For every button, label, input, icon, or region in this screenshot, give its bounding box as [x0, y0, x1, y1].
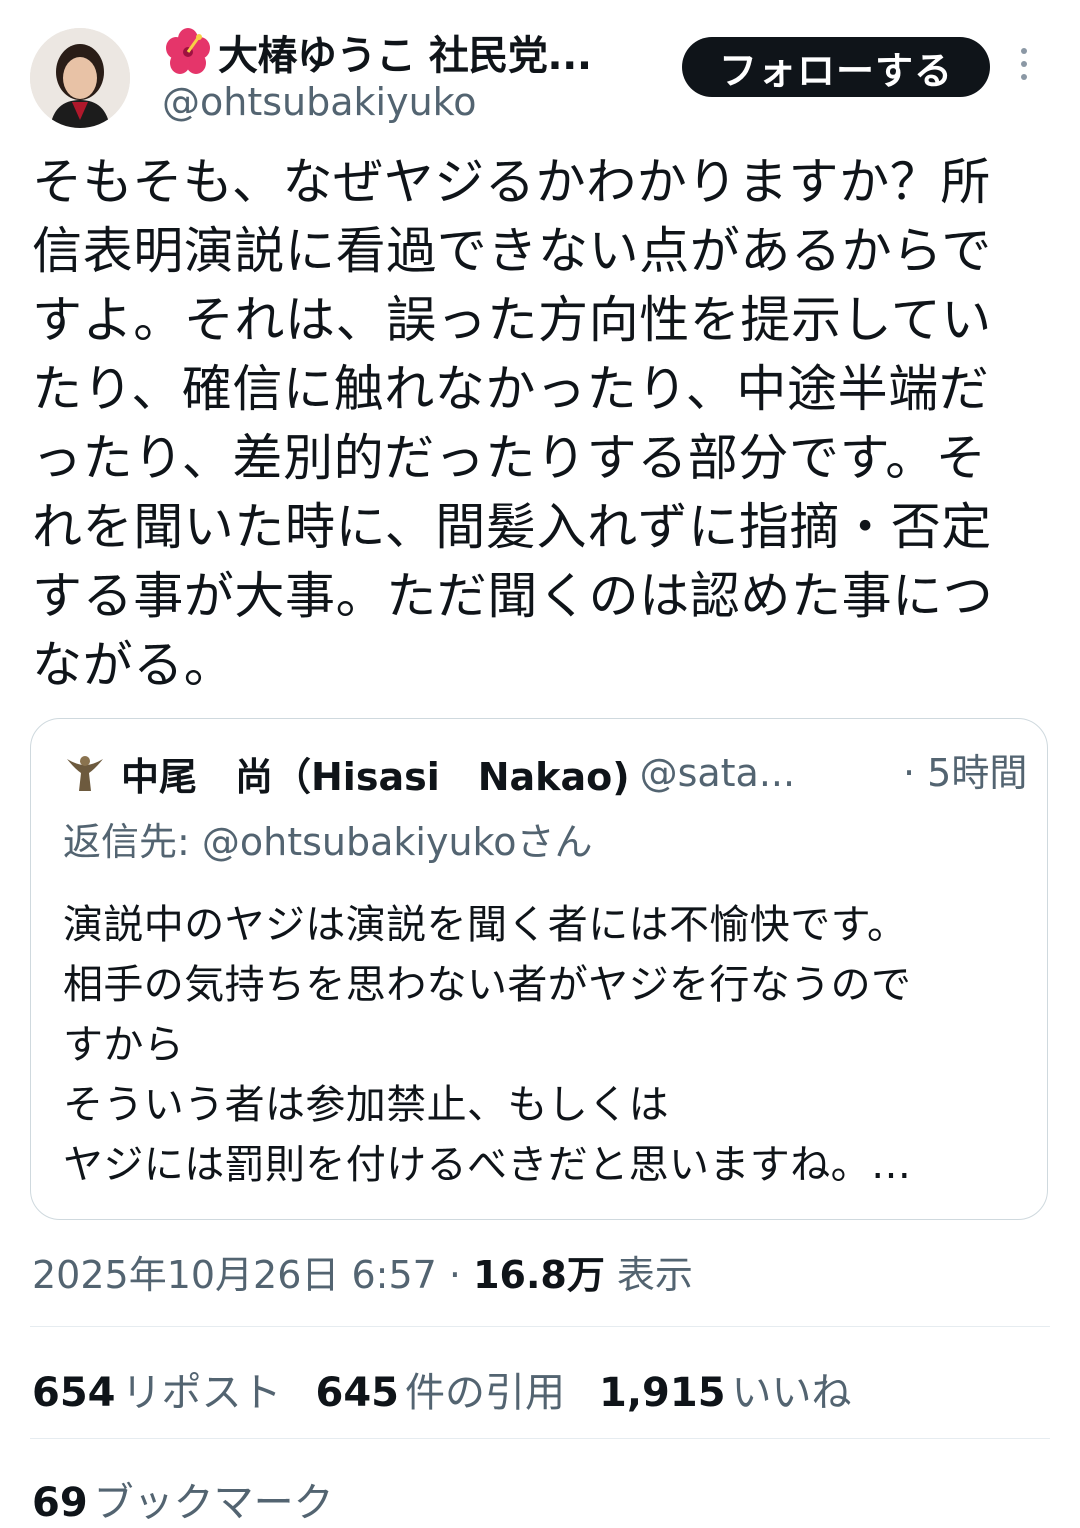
tweet-line: ったり、差別的だったりする部分です。そ	[32, 429, 987, 487]
reposts-label: リポスト	[121, 1370, 282, 1416]
tweet-meta: 2025年10月26日 6:57 · 16.8万 表示	[32, 1244, 693, 1299]
tweet-line: する事が大事。ただ聞くのは認めた事につ	[32, 567, 994, 625]
divider	[30, 1438, 1050, 1439]
hibiscus-icon	[166, 28, 210, 74]
quote-author-avatar[interactable]	[63, 751, 107, 795]
tweet-line: すよ。それは、誤った方向性を提示してい	[32, 291, 992, 349]
likes-count: 1,915	[599, 1370, 726, 1416]
quote-reply-to: 返信先: @ohtsubakiyukoさん	[63, 820, 593, 864]
reposts-count: 654	[32, 1370, 116, 1416]
quotes-label: 件の引用	[405, 1370, 565, 1416]
quotes-count: 645	[315, 1370, 400, 1416]
more-options-icon[interactable]	[1016, 48, 1032, 88]
tweet-line: たり、確信に触れなかったり、中途半端だ	[32, 360, 990, 418]
engagement-stats: 654 リポスト 645 件の引用 1,915 いいね	[32, 1360, 886, 1418]
author-handle[interactable]: @ohtsubakiyuko	[162, 80, 477, 124]
views-label: 表示	[604, 1253, 693, 1297]
views-count: 16.8万	[473, 1253, 605, 1297]
quote-timestamp[interactable]: · 5時間	[903, 747, 1027, 799]
tweet-text: そもそも、なぜヤジるかわかりますか？所 信表明演説に看過できない点があるからで …	[32, 148, 1032, 700]
follow-button[interactable]: フォローする	[682, 37, 990, 97]
quote-line: すから	[63, 1022, 185, 1068]
likes-label: いいね	[731, 1370, 852, 1416]
author-display-name[interactable]: 大椿ゆうこ 社民党...	[218, 23, 592, 81]
quote-line: 演説中のヤジは演説を聞く者には不愉快です。	[63, 902, 908, 948]
quote-header: 中尾 尚（Hisasi Nakao) @sata...	[63, 747, 795, 799]
tweet-line: 信表明演説に看過できない点があるからで	[32, 222, 992, 280]
bookmarks-stat[interactable]: 69 ブックマーク	[32, 1470, 334, 1528]
quote-author-handle[interactable]: @sata...	[640, 751, 796, 795]
tweet-line: れを聞いた時に、間髪入れずに指摘・否定	[32, 498, 992, 556]
tweet-line: そもそも、なぜヤジるかわかりますか？所	[32, 153, 991, 211]
tweet-line: ながる。	[32, 636, 235, 694]
quote-text: 演説中のヤジは演説を聞く者には不愉快です。 相手の気持ちを思わない者がヤジを行な…	[63, 895, 1023, 1195]
avatar-portrait	[30, 28, 130, 128]
quoted-tweet[interactable]: 中尾 尚（Hisasi Nakao) @sata... · 5時間 返信先: @…	[30, 718, 1048, 1220]
divider	[30, 1326, 1050, 1327]
author-name-row[interactable]: 大椿ゆうこ 社民党...	[162, 23, 592, 81]
bookmarks-count: 69	[32, 1480, 88, 1526]
tweet-timestamp[interactable]: 2025年10月26日 6:57 ·	[32, 1253, 473, 1297]
author-avatar[interactable]	[30, 28, 130, 128]
quote-author-name[interactable]: 中尾 尚（Hisasi Nakao)	[121, 746, 630, 801]
bookmarks-label: ブックマーク	[93, 1480, 334, 1526]
quote-line: 相手の気持ちを思わない者がヤジを行なうので	[63, 962, 912, 1008]
reposts-stat[interactable]: 654 リポスト	[32, 1360, 282, 1418]
quote-line: そういう者は参加禁止、もしくは	[63, 1082, 669, 1128]
quotes-stat[interactable]: 645 件の引用	[316, 1360, 566, 1418]
likes-stat[interactable]: 1,915 いいね	[599, 1360, 852, 1418]
quote-line: ヤジには罰則を付けるべきだと思いますね。…	[63, 1142, 912, 1188]
